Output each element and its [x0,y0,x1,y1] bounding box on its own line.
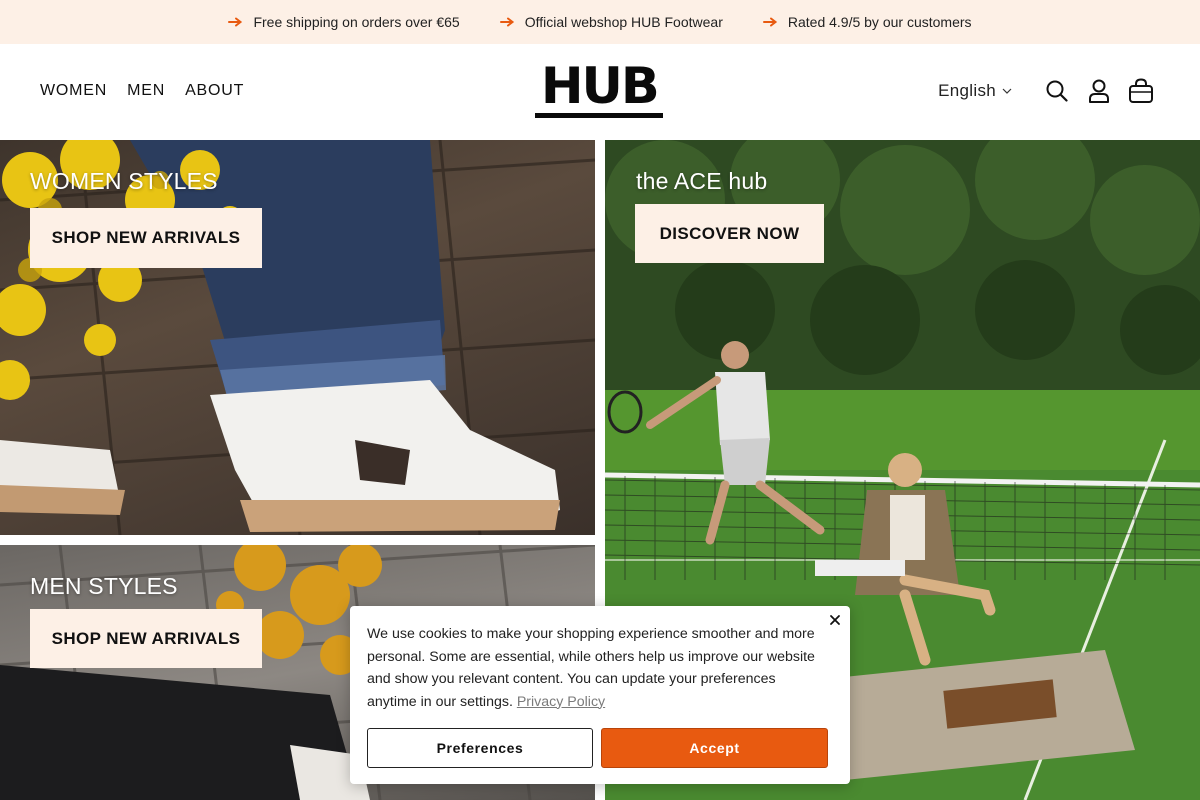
women-styles-tile[interactable]: WOMEN STYLES SHOP NEW ARRIVALS [0,140,595,535]
cookie-consent-dialog: We use cookies to make your shopping exp… [350,606,850,784]
accept-button[interactable]: Accept [601,728,828,768]
logo-text: HUB [540,57,660,115]
nav-item-men[interactable]: MEN [127,82,165,100]
announcement-bar: Free shipping on orders over €65 Officia… [0,0,1200,44]
announcement-item: Free shipping on orders over €65 [228,14,460,30]
search-icon[interactable] [1044,78,1070,104]
header-actions: English [938,78,1154,104]
language-label: English [938,81,996,100]
hub-logo[interactable]: HUB [535,57,663,120]
announcement-item: Rated 4.9/5 by our customers [762,14,972,30]
privacy-policy-link[interactable]: Privacy Policy [517,694,605,710]
arrow-right-icon [499,17,514,27]
women-shop-new-arrivals-button[interactable]: SHOP NEW ARRIVALS [30,208,262,268]
men-styles-title: MEN STYLES [30,573,178,599]
women-styles-title: WOMEN STYLES [30,168,218,194]
announcement-text: Rated 4.9/5 by our customers [787,14,972,30]
preferences-button[interactable]: Preferences [367,728,593,768]
ace-hub-title: the ACE hub [636,168,768,194]
chevron-down-icon [1002,88,1012,94]
close-icon[interactable] [827,612,843,628]
cart-icon[interactable] [1128,78,1154,104]
nav-item-about[interactable]: ABOUT [185,82,244,100]
women-hero-image [0,140,595,535]
men-shop-new-arrivals-button[interactable]: SHOP NEW ARRIVALS [30,609,262,668]
announcement-text: Official webshop HUB Footwear [524,14,723,30]
announcement-item: Official webshop HUB Footwear [499,14,723,30]
discover-now-button[interactable]: DISCOVER NOW [635,204,824,263]
announcement-text: Free shipping on orders over €65 [253,14,460,30]
site-header: WOMEN MEN ABOUT HUB English [0,44,1200,140]
account-icon[interactable] [1086,78,1112,104]
arrow-right-icon [228,17,243,27]
main-nav: WOMEN MEN ABOUT [40,82,264,100]
language-selector[interactable]: English [938,81,1012,101]
arrow-right-icon [762,17,778,27]
cookie-message: We use cookies to make your shopping exp… [367,623,822,713]
nav-item-women[interactable]: WOMEN [40,82,107,100]
